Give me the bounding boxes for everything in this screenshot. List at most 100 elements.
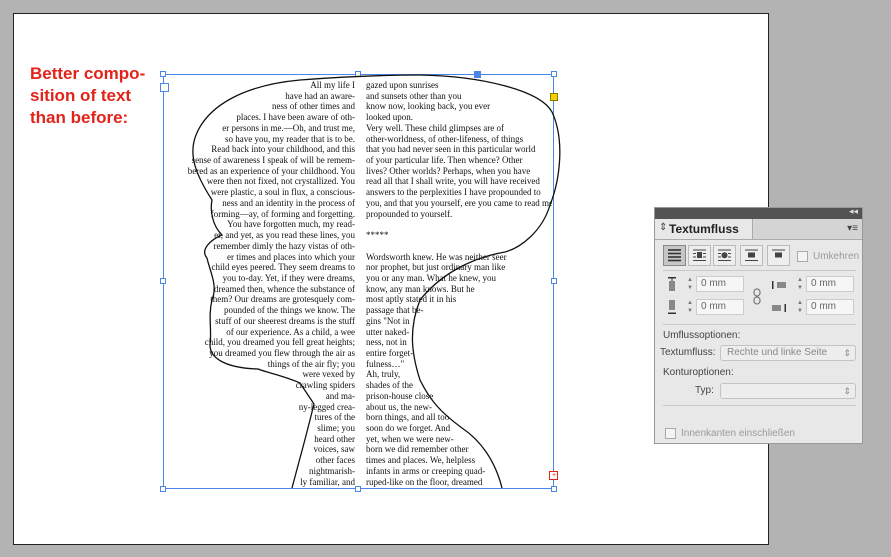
contour-type-select[interactable]: ⇕ [720,383,856,399]
top-offset-icon [668,277,676,291]
text-line [366,219,552,230]
text-line: crawling spiders [295,380,355,391]
text-line: and ma- [325,390,355,401]
text-line: Very well. These child glimpses are of [366,122,505,133]
text-line: ness, not in [366,337,407,348]
text-line: so have you, my reader that is to be. [225,133,355,144]
right-offset-stepper[interactable]: ▲ ▼ [795,299,805,315]
panel-titlebar[interactable]: ◂◂ [655,206,862,219]
wrap-to-value: Rechte und linke Seite [727,347,828,358]
wrap-to-select[interactable]: Rechte und linke Seite ⇕ [720,345,856,361]
text-line: entire forget- [366,347,414,358]
tab-textumfluss[interactable]: ⇕ Textumfluss [655,219,753,239]
no-wrap-button[interactable] [663,245,686,266]
text-line: yet, when we were new- [366,433,454,444]
select-arrows-icon: ⇕ [843,348,851,358]
top-offset-stepper[interactable]: ▲ ▼ [685,276,695,292]
wrap-bounding-box-button[interactable] [688,245,711,266]
text-line: nightmarish- [309,465,355,476]
text-line: er, and yet, as you read these lines, yo… [214,230,355,241]
text-line: stuff of our sheerest dreams is the stuf… [215,315,355,326]
panel-divider [663,270,856,271]
text-line: born we did remember other [366,444,469,455]
jump-object-button[interactable] [740,245,763,266]
jump-object-icon [745,249,758,261]
text-line: places. I have been aware of oth- [236,112,355,123]
text-line: ***** [366,230,389,241]
text-line: were vexed by [302,369,355,380]
text-line: ness of other times and [272,101,355,112]
jump-to-next-column-button[interactable] [767,245,790,266]
panel-title: Textumfluss [669,222,739,236]
text-line: gins "Not in [366,315,410,326]
panel-menu-icon[interactable]: ▾≡ [847,223,858,234]
text-line: prison-house close [366,390,434,401]
text-line: er persons in me.—Oh, and trust me, [222,122,355,133]
text-line: fulness…" [366,358,405,369]
text-line: were plastic, a soul in flux, a consciou… [210,187,355,198]
text-line: about us, the new- [366,401,432,412]
text-line: slime; you [317,423,355,433]
wrap-options-heading: Umflussoptionen: [663,330,741,341]
text-line: that you had never seen in this particul… [366,144,536,155]
text-line: passage that be- [366,305,424,316]
text-line: them? Our dreams are grotesquely com- [210,294,355,305]
text-line: were then not fixed, not crystallized. Y… [206,176,355,187]
panel-tab-row: ⇕ Textumfluss ▾≡ [655,219,862,240]
text-line: most aptly stated it in his [366,294,457,305]
right-offset-icon [772,304,786,312]
text-line: forming—ay, of forming and forgetting. [210,208,355,219]
text-line: bered as an experience of your childhood… [187,165,355,176]
wrap-to-label: Textumfluss: [660,347,716,358]
text-line: tures of the [314,412,356,423]
include-inside-edges-checkbox[interactable] [665,428,676,439]
bottom-offset-stepper[interactable]: ▲ ▼ [685,299,695,315]
link-offsets-icon[interactable] [752,288,764,306]
left-offset-stepper[interactable]: ▲ ▼ [795,276,805,292]
text-line: child, you dreamed you fell great height… [204,337,355,348]
text-line: other-worldness, of other-lifeness, of t… [366,133,524,144]
wrap-object-shape-icon [718,249,731,261]
text-line: ruped-like on the floor, dreamed [366,476,483,487]
text-line: ly familiar, and [300,476,355,487]
text-line: Read back into your childhood, and this [211,144,355,155]
text-line: Wordsworth knew. He was neither seer [366,251,507,262]
bottom-offset-field[interactable]: 0 mm [696,299,744,315]
text-line: shades of the [366,380,413,391]
left-offset-field[interactable]: 0 mm [806,276,854,292]
text-line: sense of awareness I speak of will be re… [191,155,355,166]
panel-divider [663,324,856,325]
collapse-panel-icon[interactable]: ◂◂ [849,206,858,217]
panel-divider [663,405,856,406]
text-line: gazed upon sunrises [366,80,439,90]
text-line: pounded of the things we know. The [224,305,355,316]
text-line: nor prophet, but just ordinary man like [366,262,506,273]
text-line: know now, looking back, you ever [366,101,491,112]
wrap-object-shape-button[interactable] [713,245,736,266]
text-line: you to-day. Yet, if they were dreams, [222,272,355,283]
text-line: utter naked- [366,326,410,337]
text-line: other faces [315,455,355,466]
text-line: born things, and all too [366,412,450,423]
text-line: you dreamed you flew through the air as [209,347,355,358]
text-line: soon do we forget. And [366,423,451,433]
text-line: and sunsets other than you [366,90,462,101]
text-line: infants in arms or creeping quad- [366,465,486,476]
text-line: heard other [314,433,355,444]
text-line: voices, saw [313,444,356,455]
jump-to-next-column-icon [772,249,785,258]
text-line: things of the air fly; you [267,358,355,369]
no-wrap-icon [668,249,681,262]
panel-expand-icon[interactable]: ⇕ [659,222,667,233]
text-line: Ah, truly, [366,369,401,380]
select-arrows-icon: ⇕ [843,386,851,396]
text-line: ness and an identity in the process of [222,197,355,208]
contour-options-heading: Konturoptionen: [663,367,734,378]
invert-checkbox[interactable] [797,251,808,262]
right-offset-field[interactable]: 0 mm [806,299,854,315]
text-line: er times and places into which your [227,251,355,262]
text-line: You have forgotten much, my read- [227,219,355,230]
text-line: child eyes peered. They seem dreams to [211,262,355,273]
text-line: you, and that you yourself, ere you came… [366,197,552,208]
top-offset-field[interactable]: 0 mm [696,276,744,292]
